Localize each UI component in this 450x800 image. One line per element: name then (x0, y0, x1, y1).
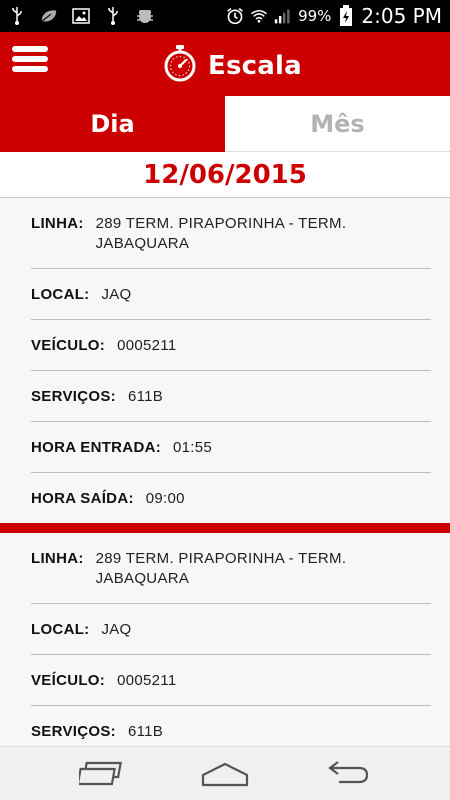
veiculo-value: 0005211 (117, 672, 177, 689)
hora-saida-label: HORA SAÍDA: (31, 490, 134, 507)
local-value: JAQ (101, 286, 132, 303)
local-value: JAQ (101, 621, 132, 638)
image-icon (72, 7, 90, 25)
wifi-icon (250, 7, 268, 25)
app-header: Escala (0, 32, 450, 96)
servicos-row: SERVIÇOS: 611B (31, 706, 431, 746)
linha-value: 289 TERM. PIRAPORINHA - TERM. JABAQUARA (95, 215, 347, 252)
linha-label: LINHA: (31, 550, 84, 567)
veiculo-label: VEÍCULO: (31, 672, 106, 689)
linha-row: LINHA: 289 TERM. PIRAPORINHA - TERM. JAB… (31, 533, 431, 604)
signal-icon (274, 7, 292, 25)
title-group: Escala (162, 44, 302, 87)
hamburger-menu-icon[interactable] (12, 46, 48, 82)
servicos-value: 611B (127, 388, 164, 405)
veiculo-row: VEÍCULO: 0005211 (31, 320, 431, 371)
selected-date: 12/06/2015 (0, 152, 450, 198)
page-title: Escala (208, 50, 302, 81)
servicos-label: SERVIÇOS: (31, 723, 116, 740)
system-nav-bar (0, 746, 450, 800)
android-debug-icon (136, 7, 154, 25)
servicos-label: SERVIÇOS: (31, 388, 116, 405)
linha-value: 289 TERM. PIRAPORINHA - TERM. JABAQUARA (95, 550, 347, 587)
tab-bar: Dia Mês (0, 96, 450, 152)
leaf-icon (40, 7, 58, 25)
servicos-value: 611B (127, 723, 164, 740)
local-label: LOCAL: (31, 621, 90, 638)
linha-label: LINHA: (31, 215, 84, 232)
hora-entrada-row: HORA ENTRADA: 01:55 (31, 422, 431, 473)
veiculo-value: 0005211 (117, 337, 177, 354)
hora-saida-value: 09:00 (145, 490, 185, 507)
stopwatch-icon (162, 44, 198, 87)
tab-dia[interactable]: Dia (0, 96, 225, 152)
local-row: LOCAL: JAQ (31, 269, 431, 320)
linha-row: LINHA: 289 TERM. PIRAPORINHA - TERM. JAB… (31, 198, 431, 269)
alarm-icon (226, 7, 244, 25)
hora-entrada-value: 01:55 (173, 439, 213, 456)
servicos-row: SERVIÇOS: 611B (31, 371, 431, 422)
schedule-card: LINHA: 289 TERM. PIRAPORINHA - TERM. JAB… (0, 533, 450, 746)
card-separator (0, 523, 450, 533)
usb-icon (104, 7, 122, 25)
battery-icon (337, 5, 355, 26)
local-row: LOCAL: JAQ (31, 604, 431, 655)
battery-percent: 99% (298, 7, 332, 25)
back-icon[interactable] (318, 754, 378, 794)
status-bar: 99% 2:05 PM (0, 0, 450, 32)
hora-saida-row: HORA SAÍDA: 09:00 (31, 473, 431, 523)
local-label: LOCAL: (31, 286, 90, 303)
tab-mes[interactable]: Mês (225, 96, 450, 152)
recent-apps-icon[interactable] (72, 754, 132, 794)
veiculo-label: VEÍCULO: (31, 337, 106, 354)
home-icon[interactable] (195, 754, 255, 794)
schedule-card: LINHA: 289 TERM. PIRAPORINHA - TERM. JAB… (0, 198, 450, 523)
clock: 2:05 PM (361, 4, 442, 28)
veiculo-row: VEÍCULO: 0005211 (31, 655, 431, 706)
usb-icon (8, 7, 26, 25)
hora-entrada-label: HORA ENTRADA: (31, 439, 162, 456)
schedule-list[interactable]: LINHA: 289 TERM. PIRAPORINHA - TERM. JAB… (0, 198, 450, 746)
